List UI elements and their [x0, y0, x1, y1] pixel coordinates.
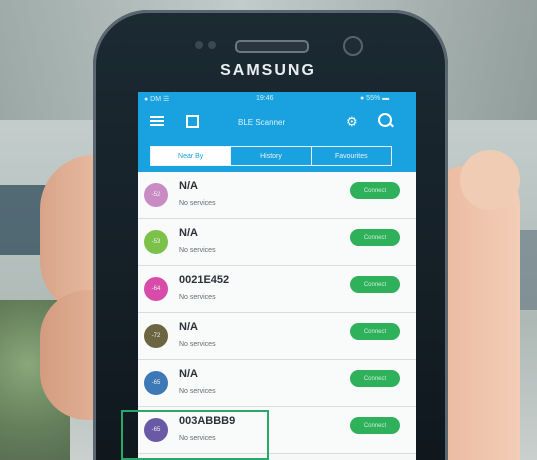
device-row[interactable]: -65 N/A No services Connect: [138, 360, 416, 407]
front-camera-icon: [343, 36, 363, 56]
rssi-avatar: -65: [144, 371, 168, 395]
rssi-avatar: -52: [144, 183, 168, 207]
rssi-avatar: -53: [144, 230, 168, 254]
device-services: No services: [179, 294, 216, 301]
menu-icon[interactable]: [150, 116, 164, 126]
qr-code-icon[interactable]: [186, 115, 199, 128]
search-icon[interactable]: [378, 113, 392, 127]
tabs-bar: Near By History Favourites: [138, 140, 416, 172]
app-title: BLE Scanner: [238, 118, 286, 127]
connect-button[interactable]: Connect: [350, 323, 400, 340]
device-name: 0021E452: [179, 274, 230, 286]
device-services: No services: [179, 388, 216, 395]
device-services: No services: [179, 247, 216, 254]
device-name: N/A: [179, 227, 198, 239]
right-thumb: [460, 150, 520, 210]
sensor-icon: [208, 41, 216, 49]
sensor-icon: [195, 41, 203, 49]
tab-history[interactable]: History: [231, 147, 312, 165]
device-row[interactable]: -52 N/A No services Connect: [138, 172, 416, 219]
rssi-avatar: -64: [144, 277, 168, 301]
settings-icon[interactable]: ⚙: [346, 114, 358, 130]
tabs: Near By History Favourites: [150, 146, 392, 166]
status-bar: ● DM ☰ 19:46 ● 55% ▬: [138, 92, 416, 106]
earpiece: [235, 40, 309, 53]
highlight-box: [121, 410, 269, 460]
connect-button[interactable]: Connect: [350, 229, 400, 246]
device-name: N/A: [179, 368, 198, 380]
status-time: 19:46: [256, 95, 274, 102]
connect-button[interactable]: Connect: [350, 276, 400, 293]
tab-favourites[interactable]: Favourites: [312, 147, 391, 165]
device-row[interactable]: -64 0021E452 No services Connect: [138, 266, 416, 313]
app-bar: BLE Scanner ⚙: [138, 106, 416, 140]
device-name: N/A: [179, 321, 198, 333]
photo-scene: SAMSUNG ● DM ☰ 19:46 ● 55% ▬ BLE Scanner…: [0, 0, 537, 460]
device-name: N/A: [179, 180, 198, 192]
status-battery: ● 55% ▬: [360, 95, 390, 102]
connect-button[interactable]: Connect: [350, 417, 400, 434]
device-services: No services: [179, 200, 216, 207]
tab-near-by[interactable]: Near By: [151, 147, 232, 165]
status-carrier: ● DM ☰: [144, 96, 170, 103]
device-services: No services: [179, 341, 216, 348]
device-row[interactable]: -53 N/A No services Connect: [138, 219, 416, 266]
phone-brand: SAMSUNG: [220, 62, 316, 79]
connect-button[interactable]: Connect: [350, 370, 400, 387]
device-row[interactable]: -72 N/A No services Connect: [138, 313, 416, 360]
rssi-avatar: -72: [144, 324, 168, 348]
connect-button[interactable]: Connect: [350, 182, 400, 199]
phone-screen: ● DM ☰ 19:46 ● 55% ▬ BLE Scanner ⚙ Near …: [138, 92, 416, 460]
